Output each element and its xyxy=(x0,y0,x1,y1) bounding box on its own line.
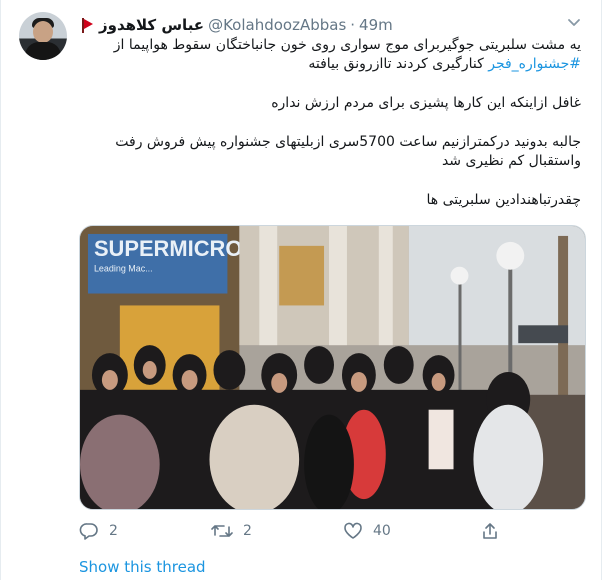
tweet-text: یه مشت سلبریتی جوگیربرای موج سواری روی خ… xyxy=(77,36,581,230)
tweet-paragraph-4: چقدرتباهندادین سلبریتی ها xyxy=(426,192,581,208)
reply-icon xyxy=(79,522,99,540)
retweet-icon xyxy=(211,522,233,540)
store-sign-subtext: Leading Mac... xyxy=(94,264,153,274)
tweet-timestamp[interactable]: 49m xyxy=(359,16,393,34)
tweet-photo[interactable]: SUPERMICRO Leading Mac... xyxy=(79,225,586,510)
separator-dot: · xyxy=(350,16,356,34)
avatar-body xyxy=(25,42,61,60)
reply-count: 2 xyxy=(109,523,118,539)
tweet-paragraph-2: غافل ازاینکه این کارها پشیزی برای مردم ا… xyxy=(271,95,581,111)
avatar[interactable] xyxy=(19,12,67,60)
tweet-paragraph-3: جالبه بدونید درکمترازنیم ساعت 5700سری از… xyxy=(115,134,581,169)
user-line: عباس كلاهدوز @KolahdoozAbbas · 49m xyxy=(81,14,547,36)
retweet-button[interactable]: 2 xyxy=(211,522,252,540)
share-button[interactable] xyxy=(481,522,499,540)
heart-icon xyxy=(343,522,363,540)
tweet-paragraph-1: یه مشت سلبریتی جوگیربرای موج سواری روی خ… xyxy=(77,36,581,74)
hashtag-link[interactable]: #جشنواره_فجر xyxy=(488,56,581,72)
tweet-line-2: کنارگیری کردند تاازرونق بیافته xyxy=(308,56,489,72)
like-button[interactable]: 40 xyxy=(343,522,391,540)
red-flag-icon xyxy=(81,17,93,33)
tweet-line-1: یه مشت سلبریتی جوگیربرای موج سواری روی خ… xyxy=(113,37,581,53)
tweet-card[interactable]: عباس كلاهدوز @KolahdoozAbbas · 49m یه مش… xyxy=(0,0,602,580)
store-sign-text: SUPERMICRO xyxy=(94,236,242,261)
retweet-count: 2 xyxy=(243,523,252,539)
share-icon xyxy=(481,522,499,540)
user-handle[interactable]: @KolahdoozAbbas xyxy=(208,16,346,34)
tweet-actions: 2 2 40 xyxy=(79,522,509,544)
display-name[interactable]: عباس كلاهدوز xyxy=(99,16,204,34)
chevron-down-icon[interactable] xyxy=(567,18,581,28)
show-thread-link[interactable]: Show this thread xyxy=(79,558,206,576)
crowd-photo-illustration: SUPERMICRO Leading Mac... xyxy=(80,226,585,509)
reply-button[interactable]: 2 xyxy=(79,522,118,540)
avatar-face xyxy=(33,21,53,43)
like-count: 40 xyxy=(373,523,391,539)
